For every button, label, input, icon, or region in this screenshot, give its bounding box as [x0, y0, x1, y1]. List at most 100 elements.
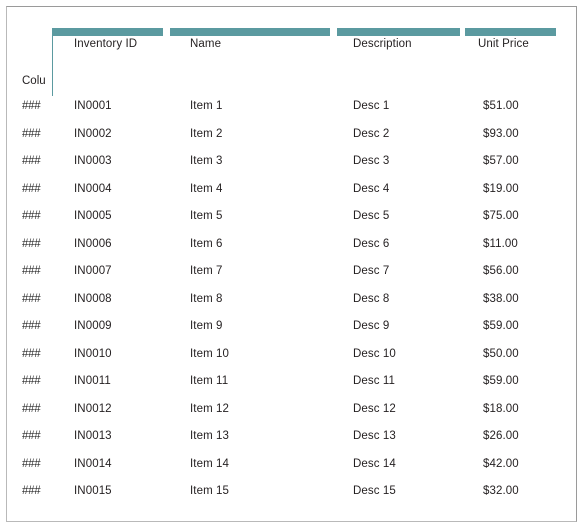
cell-row-number: ### [22, 210, 41, 222]
cell-item-name: Item 9 [190, 320, 223, 332]
cell-item-name: Item 13 [190, 430, 230, 442]
table-row[interactable]: ### IN0008 Item 8 Desc 8 $38.00 [0, 293, 585, 321]
cell-inventory-id: IN0011 [74, 375, 111, 387]
cell-unit-price: $26.00 [483, 430, 519, 442]
header-accent-bar-inventory-id [52, 28, 163, 36]
cell-item-description: Desc 13 [353, 430, 396, 442]
cell-inventory-id: IN0006 [74, 237, 112, 250]
cell-row-number: ### [22, 375, 41, 387]
row-header-stub-label: Colu [22, 75, 46, 87]
cell-inventory-id: IN0014 [74, 457, 112, 470]
cell-inventory-id: IN0002 [74, 127, 112, 140]
cell-item-name: Item 14 [190, 457, 230, 470]
cell-row-number: ### [22, 237, 41, 250]
column-header-name: Name [190, 38, 222, 50]
cell-inventory-id: IN0007 [74, 265, 112, 277]
table-row[interactable]: ### IN0006 Item 6 Desc 6 $11.00 [0, 238, 585, 266]
header-accent-bar-description [337, 28, 460, 36]
cell-unit-price: $75.00 [483, 210, 519, 222]
cell-unit-price: $38.00 [483, 292, 519, 305]
header-accent-bar-name [170, 28, 330, 36]
column-header-description: Description [353, 38, 412, 50]
cell-inventory-id: IN0013 [74, 430, 112, 442]
cell-unit-price: $59.00 [483, 375, 519, 387]
cell-inventory-id: IN0010 [74, 347, 112, 360]
cell-item-description: Desc 8 [353, 292, 390, 305]
cell-item-description: Desc 5 [353, 210, 390, 222]
table-row[interactable]: ### IN0004 Item 4 Desc 4 $19.00 [0, 183, 585, 211]
cell-item-name: Item 7 [190, 265, 223, 277]
cell-row-number: ### [22, 127, 41, 140]
table-row[interactable]: ### IN0012 Item 12 Desc 12 $18.00 [0, 403, 585, 431]
cell-inventory-id: IN0008 [74, 292, 112, 305]
header-accent-bar-unit-price [465, 28, 556, 36]
cell-item-description: Desc 6 [353, 237, 390, 250]
cell-row-number: ### [22, 292, 41, 305]
cell-item-description: Desc 15 [353, 485, 396, 497]
cell-row-number: ### [22, 182, 41, 195]
cell-item-name: Item 12 [190, 402, 230, 415]
cell-inventory-id: IN0004 [74, 182, 112, 195]
cell-row-number: ### [22, 100, 41, 112]
cell-item-name: Item 1 [190, 100, 223, 112]
cell-row-number: ### [22, 155, 41, 167]
row-header-divider-line [52, 28, 53, 96]
cell-inventory-id: IN0015 [74, 485, 112, 497]
cell-item-description: Desc 14 [353, 457, 396, 470]
table-row[interactable]: ### IN0001 Item 1 Desc 1 $51.00 [0, 100, 585, 128]
cell-row-number: ### [22, 430, 41, 442]
cell-item-name: Item 11 [190, 375, 229, 387]
cell-row-number: ### [22, 265, 41, 277]
cell-item-name: Item 2 [190, 127, 223, 140]
cell-item-name: Item 4 [190, 182, 223, 195]
table-row[interactable]: ### IN0015 Item 15 Desc 15 $32.00 [0, 485, 585, 513]
cell-unit-price: $32.00 [483, 485, 519, 497]
cell-item-description: Desc 10 [353, 347, 396, 360]
cell-unit-price: $19.00 [483, 182, 519, 195]
cell-unit-price: $50.00 [483, 347, 519, 360]
table-row[interactable]: ### IN0011 Item 11 Desc 11 $59.00 [0, 375, 585, 403]
cell-item-description: Desc 2 [353, 127, 390, 140]
cell-item-name: Item 6 [190, 237, 223, 250]
table-header: Inventory ID Name Description Unit Price [0, 0, 585, 96]
cell-item-description: Desc 11 [353, 375, 396, 387]
cell-item-description: Desc 12 [353, 402, 396, 415]
cell-row-number: ### [22, 402, 41, 415]
table-row[interactable]: ### IN0003 Item 3 Desc 3 $57.00 [0, 155, 585, 183]
table-row[interactable]: ### IN0013 Item 13 Desc 13 $26.00 [0, 430, 585, 458]
cell-item-description: Desc 4 [353, 182, 390, 195]
cell-inventory-id: IN0005 [74, 210, 112, 222]
table-row[interactable]: ### IN0002 Item 2 Desc 2 $93.00 [0, 128, 585, 156]
cell-inventory-id: IN0003 [74, 155, 112, 167]
cell-item-name: Item 10 [190, 347, 230, 360]
cell-inventory-id: IN0009 [74, 320, 112, 332]
cell-item-description: Desc 3 [353, 155, 390, 167]
table-row[interactable]: ### IN0007 Item 7 Desc 7 $56.00 [0, 265, 585, 293]
cell-unit-price: $57.00 [483, 155, 519, 167]
document-page: Inventory ID Name Description Unit Price… [0, 0, 585, 530]
table-row[interactable]: ### IN0010 Item 10 Desc 10 $50.00 [0, 348, 585, 376]
table-body: ### IN0001 Item 1 Desc 1 $51.00 ### IN0002 Item… [0, 100, 585, 513]
cell-item-description: Desc 1 [353, 100, 390, 112]
cell-row-number: ### [22, 347, 41, 360]
cell-inventory-id: IN0001 [74, 100, 112, 112]
cell-item-name: Item 3 [190, 155, 223, 167]
cell-unit-price: $59.00 [483, 320, 519, 332]
column-header-unit-price: Unit Price [478, 38, 529, 50]
table-row[interactable]: ### IN0014 Item 14 Desc 14 $42.00 [0, 458, 585, 486]
table-row[interactable]: ### IN0005 Item 5 Desc 5 $75.00 [0, 210, 585, 238]
cell-item-description: Desc 9 [353, 320, 390, 332]
cell-unit-price: $18.00 [483, 402, 519, 415]
cell-item-name: Item 8 [190, 292, 223, 305]
cell-row-number: ### [22, 320, 41, 332]
cell-row-number: ### [22, 457, 41, 470]
cell-unit-price: $56.00 [483, 265, 519, 277]
table-row[interactable]: ### IN0009 Item 9 Desc 9 $59.00 [0, 320, 585, 348]
cell-item-name: Item 5 [190, 210, 223, 222]
cell-unit-price: $51.00 [483, 100, 519, 112]
cell-unit-price: $93.00 [483, 127, 519, 140]
cell-unit-price: $42.00 [483, 457, 519, 470]
cell-item-name: Item 15 [190, 485, 230, 497]
cell-inventory-id: IN0012 [74, 402, 112, 415]
cell-item-description: Desc 7 [353, 265, 390, 277]
